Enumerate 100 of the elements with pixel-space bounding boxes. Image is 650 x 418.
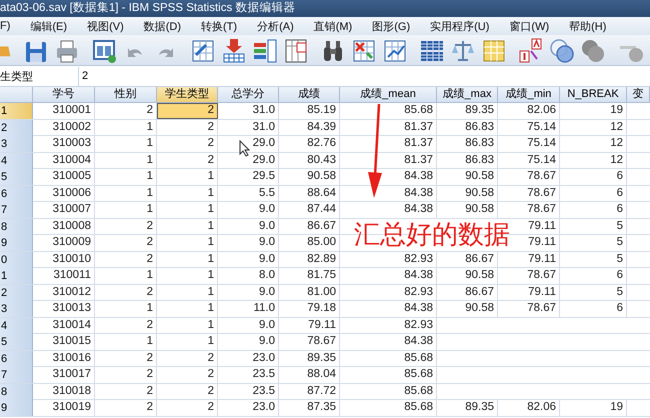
table-cell: 2 xyxy=(95,384,157,400)
row-header[interactable]: 8 xyxy=(0,384,33,400)
menu-item[interactable]: 实用程序(U) xyxy=(422,18,502,34)
column-header[interactable]: 学生类型 xyxy=(157,87,218,103)
menu-item[interactable]: 编辑(E) xyxy=(22,18,80,34)
row-header[interactable]: 6 xyxy=(0,186,33,202)
row-header[interactable]: 9 xyxy=(0,400,33,416)
table-cell: 86.67 xyxy=(279,218,340,234)
table-cell: 2 xyxy=(157,400,218,416)
table-cell: 1 xyxy=(157,284,218,300)
row-header[interactable]: 3 xyxy=(0,301,33,317)
table-cell: 82.93 xyxy=(340,252,437,268)
row-header[interactable]: 8 xyxy=(0,218,33,234)
row-header[interactable]: 4 xyxy=(0,152,33,168)
table-cell: 1 xyxy=(157,186,218,202)
row-header[interactable]: 5 xyxy=(0,334,33,350)
menu-item[interactable]: 分析(A) xyxy=(249,18,306,34)
menu-item[interactable]: 视图(V) xyxy=(79,18,136,34)
row-header[interactable]: 7 xyxy=(0,367,33,383)
table-cell: 2 xyxy=(157,384,218,400)
menu-item[interactable]: 直销(M) xyxy=(306,18,364,34)
table-cell: 75.14 xyxy=(498,120,560,136)
column-header[interactable]: 学号 xyxy=(33,87,95,103)
table-cell: 5 xyxy=(560,218,627,234)
column-header[interactable]: 成绩_min xyxy=(498,87,560,103)
table-cell: 310003 xyxy=(33,136,95,152)
menu-item[interactable]: 图形(G) xyxy=(364,18,422,34)
column-header[interactable]: 成绩_mean xyxy=(340,87,437,103)
table-cell: 75.14 xyxy=(498,152,560,168)
table-cell: 9.0 xyxy=(218,334,279,350)
row-header[interactable]: 2 xyxy=(0,120,33,136)
row-header[interactable]: 9 xyxy=(0,235,33,251)
table-cell: 2 xyxy=(157,136,218,152)
row-header[interactable]: 1 xyxy=(0,103,33,119)
table-cell: 1 xyxy=(95,334,157,350)
menu-item[interactable]: 转换(T) xyxy=(193,18,250,34)
table-cell: 310002 xyxy=(33,120,95,136)
column-header[interactable]: 成绩_max xyxy=(437,87,498,103)
table-cell: 23.5 xyxy=(218,384,279,400)
table-cell: 90.58 xyxy=(437,202,498,218)
table-cell: 9.0 xyxy=(218,318,279,334)
row-header[interactable]: 2 xyxy=(0,284,33,300)
menu-item[interactable]: 窗口(W) xyxy=(501,18,562,34)
table-cell: 85.68 xyxy=(340,350,437,366)
row-header[interactable]: 6 xyxy=(0,350,33,366)
table-cell: 82.06 xyxy=(498,400,560,416)
menu-item[interactable]: F) xyxy=(0,19,22,33)
table-cell: 2 xyxy=(95,252,157,268)
column-header[interactable]: 总学分 xyxy=(218,87,279,103)
table-cell: 5.5 xyxy=(218,186,279,202)
table-cell: 12 xyxy=(560,136,627,152)
column-header[interactable]: N_BREAK xyxy=(560,87,627,103)
table-cell: 1 xyxy=(157,252,218,268)
table-cell: 81.75 xyxy=(279,268,340,284)
table-cell: 82.93 xyxy=(340,284,437,300)
table-cell: 87.44 xyxy=(279,202,340,218)
table-cell: 23.0 xyxy=(218,350,279,366)
table-cell: 5 xyxy=(560,235,627,251)
table-cell: 310011 xyxy=(33,268,95,284)
table-cell: 2 xyxy=(95,350,157,366)
table-cell: 12 xyxy=(560,152,627,168)
row-header[interactable]: 5 xyxy=(0,169,33,185)
table-cell: 29.5 xyxy=(218,169,279,185)
table-cell: 5 xyxy=(560,284,627,300)
menu-item[interactable]: 帮助(H) xyxy=(561,18,618,34)
row-header[interactable]: 4 xyxy=(0,318,33,334)
table-cell: 86.67 xyxy=(437,284,498,300)
table-cell: 9.0 xyxy=(218,284,279,300)
table-cell: 85.00 xyxy=(279,235,340,251)
table-cell: 90.58 xyxy=(437,268,498,284)
window-title: ata03-06.sav [数据集1] - IBM SPSS Statistics 数据编辑器 xyxy=(0,0,296,16)
table-cell: 23.0 xyxy=(218,400,279,416)
table-cell: 1 xyxy=(157,218,218,234)
table-cell: 85.68 xyxy=(340,384,437,400)
table-cell: 88.04 xyxy=(279,367,340,383)
row-header[interactable]: 1 xyxy=(0,268,33,284)
cell-value-field[interactable]: 2 xyxy=(78,66,650,86)
table-cell: 1 xyxy=(95,268,157,284)
table-cell: 89.35 xyxy=(437,103,498,119)
column-header[interactable]: 性别 xyxy=(95,87,157,103)
table-cell: 1 xyxy=(95,152,157,168)
table-cell: 85.19 xyxy=(279,103,340,119)
variable-name: 生类型 xyxy=(0,70,34,84)
row-header[interactable]: 3 xyxy=(0,136,33,152)
column-header[interactable]: 成绩 xyxy=(279,87,340,103)
menu-item[interactable]: 数据(D) xyxy=(136,18,194,34)
column-header[interactable]: 变 xyxy=(627,87,650,103)
table-cell: 31.0 xyxy=(218,103,279,119)
table-cell: 85.68 xyxy=(340,103,437,119)
table-cell: 81.37 xyxy=(340,152,437,168)
table-cell: 84.38 xyxy=(340,334,437,350)
table-cell: 310005 xyxy=(33,169,95,185)
row-header[interactable]: 7 xyxy=(0,202,33,218)
table-cell: 75.14 xyxy=(498,136,560,152)
table-cell: 84.38 xyxy=(340,202,437,218)
table-cell: 1 xyxy=(157,202,218,218)
table-cell: 2 xyxy=(95,235,157,251)
table-cell: 86.83 xyxy=(437,136,498,152)
table-cell: 1 xyxy=(157,169,218,185)
row-header[interactable]: 0 xyxy=(0,252,33,268)
